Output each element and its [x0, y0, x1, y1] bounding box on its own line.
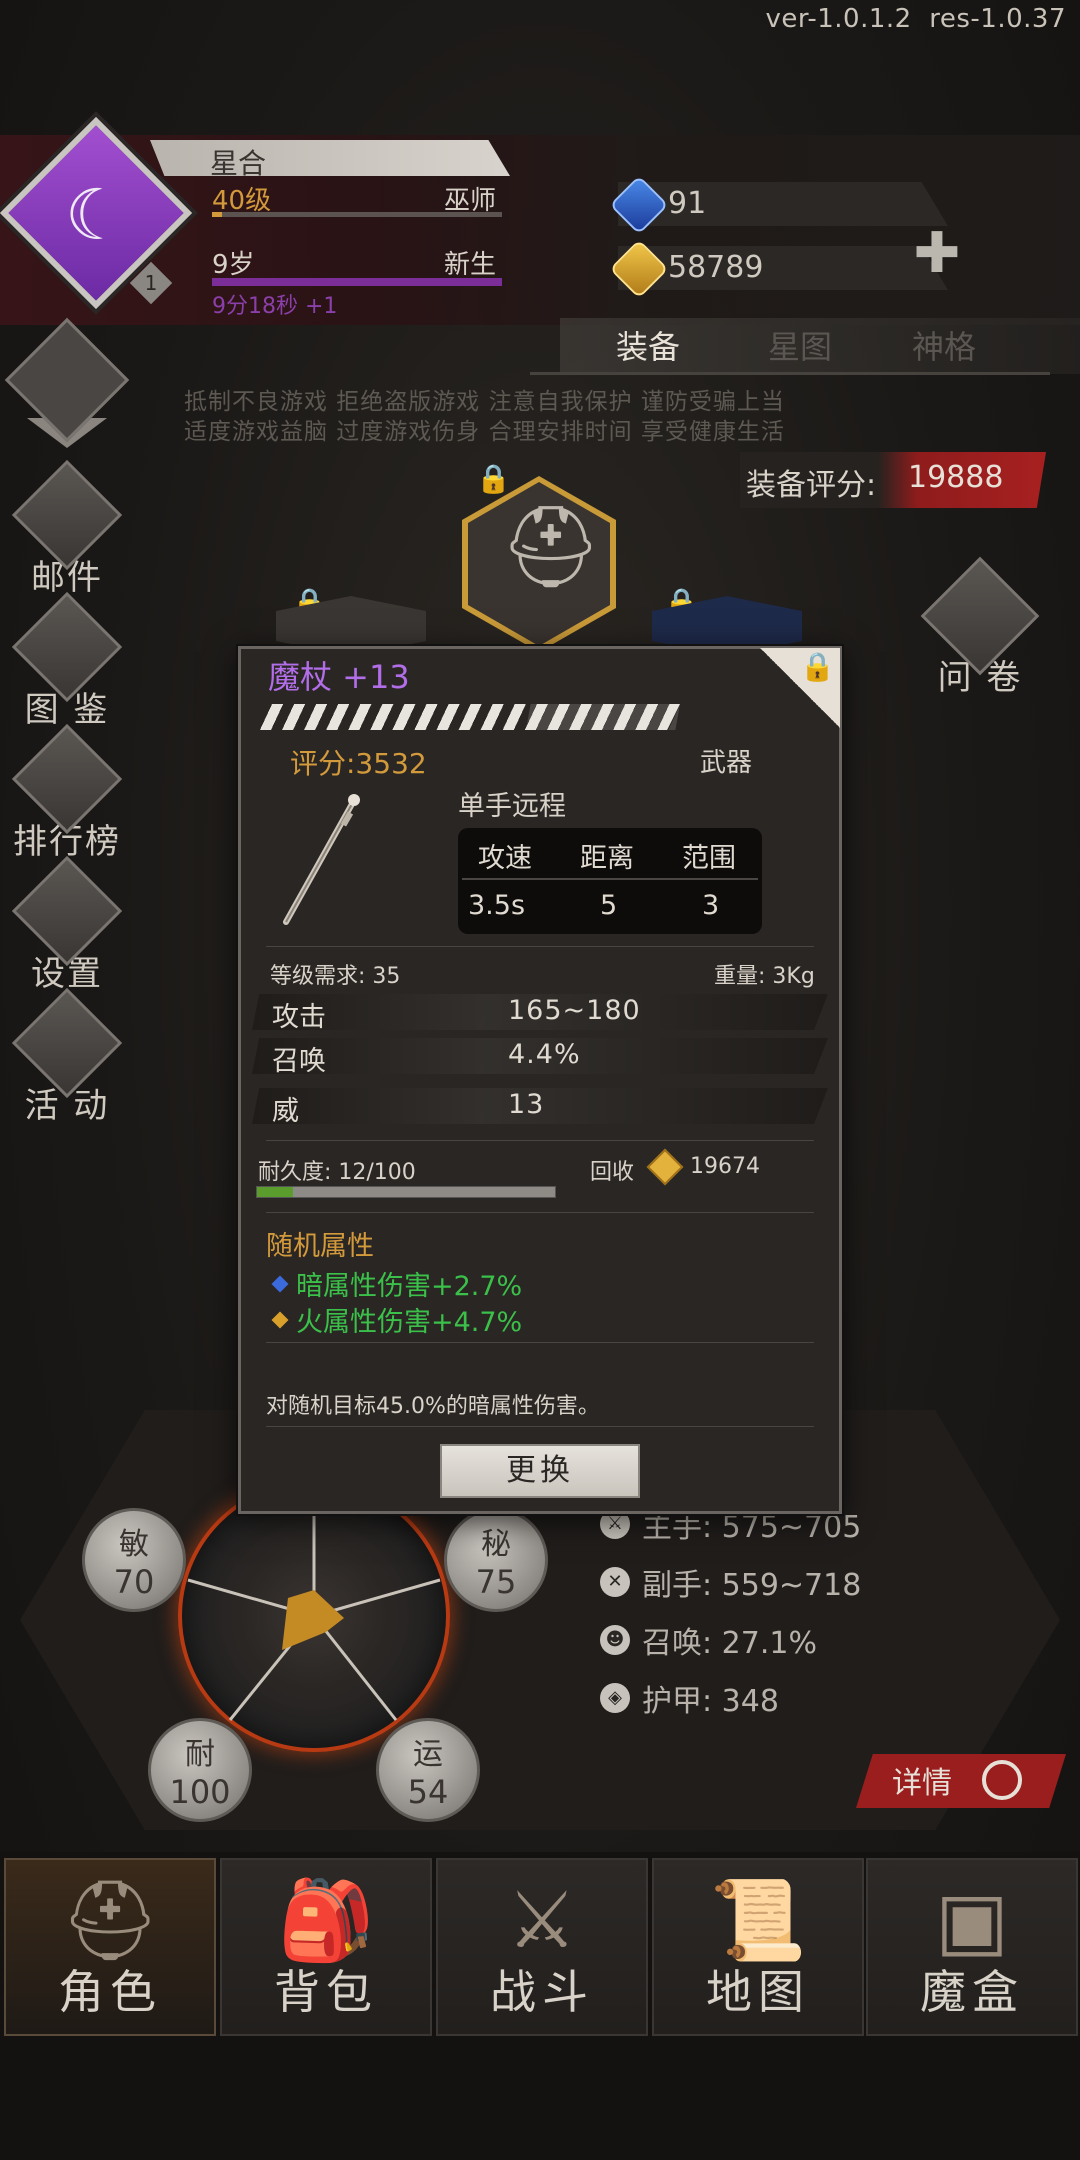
swap-button[interactable]: 更换 [440, 1444, 640, 1498]
durability-label: 耐久度: 12/100 [258, 1160, 416, 1185]
exp-bar-fill [212, 212, 222, 217]
gold-gem-icon [271, 1311, 289, 1328]
gold-count: 58789 [668, 250, 764, 285]
age-timer: 9分18秒 +1 [212, 294, 338, 319]
exp-bar [212, 212, 502, 217]
tab-star-chart[interactable]: 星图 [768, 322, 832, 368]
random-attr-fire: 火属性伤害+4.7% [271, 1300, 522, 1339]
item-name: 魔杖 +13 [268, 658, 410, 696]
side-top-diamond[interactable] [4, 317, 130, 448]
random-attr-dark: 暗属性伤害+2.7% [271, 1264, 522, 1303]
radar-chart [187, 1508, 441, 1721]
offhand-icon: ✕ [600, 1567, 630, 1597]
nav-character[interactable]: ⛑ 角色 [4, 1858, 216, 2036]
item-weight: 重量: 3Kg [714, 964, 815, 989]
item-description: 对随机目标45.0%的暗属性伤害。 [266, 1394, 600, 1419]
health-notice-line1: 抵制不良游戏 拒绝盗版游戏 注意自我保护 谨防受骗上当 [184, 389, 785, 415]
armor-icon: ◈ [600, 1683, 630, 1713]
side-item-events[interactable]: ◉ 活 动 [11, 987, 123, 1127]
stat-summon: ☻ 召唤: 27.1% [600, 1618, 817, 1662]
divider [266, 1212, 814, 1213]
moon-feather-icon: ☾ [64, 174, 128, 256]
durability-bar-fill [257, 1187, 293, 1197]
attr-agility[interactable]: 敏 70 [82, 1508, 186, 1612]
random-attributes-title: 随机属性 [266, 1231, 374, 1262]
tab-divinity[interactable]: 神格 [912, 322, 976, 368]
attr-row-might: 威 13 [252, 1088, 828, 1127]
age-bar [212, 278, 502, 286]
search-icon [982, 1760, 1022, 1800]
item-hand-type: 单手远程 [458, 791, 566, 822]
details-button[interactable] [856, 1754, 1066, 1808]
side-item-ranking[interactable]: ▮▮▮ 排行榜 [11, 723, 123, 863]
spec-header-area: 范围 [682, 843, 736, 874]
name-plate [150, 140, 510, 176]
spec-value-area: 3 [702, 890, 720, 921]
version-label: ver-1.0.1.2 res-1.0.37 [765, 4, 1066, 34]
nav-battle[interactable]: ⚔ 战斗 [436, 1858, 648, 2036]
nav-magic-box[interactable]: ▣ 魔盒 [866, 1858, 1078, 2036]
recycle-label: 回收 [590, 1160, 635, 1185]
player-name: 星合 [210, 147, 267, 180]
player-age: 9岁 [212, 250, 255, 280]
player-stage: 新生 [444, 250, 497, 280]
lock-icon[interactable]: 🔒 [800, 650, 835, 683]
divider [266, 1426, 814, 1427]
attr-luck[interactable]: 运 54 [376, 1718, 480, 1822]
side-item-codex[interactable]: 📖 图 鉴 [11, 591, 123, 731]
lock-icon: 🔒 [476, 462, 511, 495]
tabs-underline [530, 372, 1050, 375]
summon-icon: ☻ [600, 1625, 630, 1655]
item-type: 武器 [700, 748, 753, 778]
item-rating: 评分:3532 [290, 747, 427, 780]
stat-off-hand: ✕ 副手: 559~718 [600, 1560, 861, 1604]
blue-gem-icon [271, 1275, 289, 1292]
gem-count: 91 [668, 186, 707, 221]
level-requirement: 等级需求: 35 [270, 964, 401, 989]
spec-header-range: 距离 [580, 843, 634, 874]
nav-map[interactable]: 📜 地图 [652, 1858, 864, 2036]
spec-header-speed: 攻速 [478, 843, 532, 874]
spec-divider [462, 878, 758, 880]
attr-arcane[interactable]: 秘 75 [444, 1508, 548, 1612]
wand-icon [283, 794, 360, 925]
survey-button[interactable]: ? 问 卷 [920, 556, 1040, 699]
equip-score-label: 装备评分: [746, 468, 877, 503]
helmet-icon: ⛑ [500, 500, 602, 593]
attr-endurance[interactable]: 耐 100 [148, 1718, 252, 1822]
divider [266, 1342, 814, 1343]
spec-value-speed: 3.5s [468, 890, 526, 921]
divider [266, 1140, 814, 1141]
tab-equipment[interactable]: 装备 [616, 322, 680, 368]
add-currency-button[interactable]: ✚ [912, 226, 962, 282]
spec-value-range: 5 [600, 890, 618, 921]
attr-row-summon: 召唤 4.4% [252, 1038, 828, 1077]
side-item-settings[interactable]: ⚙ 设置 [11, 855, 123, 995]
equip-score-value: 19888 [908, 460, 1004, 495]
nav-backpack[interactable]: 🎒 背包 [220, 1858, 432, 2036]
recycle-value: 19674 [690, 1154, 760, 1179]
durability-bar [256, 1186, 556, 1198]
stat-armor: ◈ 护甲: 348 [600, 1676, 779, 1720]
enhance-progress-remaining [526, 704, 680, 730]
details-button-label: 详情 [892, 1766, 952, 1801]
avatar-badge-number: 1 [144, 271, 158, 295]
divider [266, 946, 814, 947]
attr-row-attack: 攻击 165~180 [252, 994, 828, 1033]
health-notice-line2: 适度游戏益脑 过度游戏伤身 合理安排时间 享受健康生活 [184, 419, 785, 445]
side-item-mail[interactable]: ✉ 邮件 [11, 459, 123, 599]
